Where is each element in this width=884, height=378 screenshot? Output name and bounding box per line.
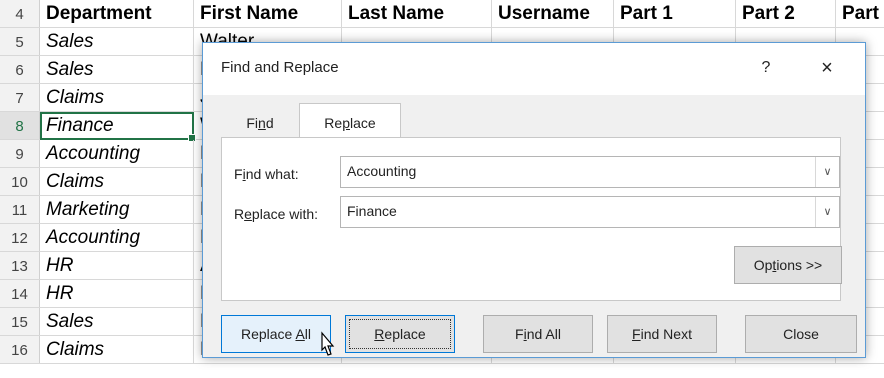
department-cell[interactable]: Sales — [40, 308, 194, 335]
header-cell-part-1[interactable]: Part 1 — [614, 0, 736, 27]
row-number[interactable]: 16 — [0, 336, 40, 363]
header-row: 4 Department First Name Last Name Userna… — [0, 0, 884, 28]
header-cell-department[interactable]: Department — [40, 0, 194, 27]
department-cell[interactable]: Accounting — [40, 224, 194, 251]
row-number[interactable]: 5 — [0, 28, 40, 55]
help-button[interactable]: ? — [751, 53, 781, 83]
department-cell[interactable]: Sales — [40, 28, 194, 55]
tab-find[interactable]: Find — [223, 105, 297, 137]
close-button[interactable]: Close — [745, 315, 857, 353]
tab-replace[interactable]: Replace — [299, 103, 401, 139]
header-cell-first-name[interactable]: First Name — [194, 0, 342, 27]
replace-with-combobox[interactable]: Finance ∨ — [340, 196, 840, 228]
selected-cell-outline — [40, 112, 196, 142]
find-replace-dialog: Find and Replace ? × Find Replace Find w… — [202, 42, 866, 358]
department-cell[interactable]: HR — [40, 252, 194, 279]
replace-with-label: Replace with: — [234, 206, 319, 222]
header-cell-part-2[interactable]: Part 2 — [736, 0, 836, 27]
row-number[interactable]: 10 — [0, 168, 40, 195]
find-what-input[interactable]: Accounting — [347, 163, 416, 179]
row-number[interactable]: 4 — [0, 0, 40, 27]
chevron-down-icon[interactable]: ∨ — [815, 197, 839, 227]
find-what-label: Find what: — [234, 166, 299, 182]
row-number[interactable]: 7 — [0, 84, 40, 111]
replace-panel: Find what: Accounting ∨ Replace with: Fi… — [221, 137, 842, 301]
row-number[interactable]: 13 — [0, 252, 40, 279]
department-cell[interactable]: Accounting — [40, 140, 194, 167]
header-cell-last-name[interactable]: Last Name — [342, 0, 492, 27]
replace-button[interactable]: Replace — [345, 315, 455, 353]
header-cell-part[interactable]: Part — [836, 0, 884, 27]
department-cell[interactable]: Sales — [40, 56, 194, 83]
options-button[interactable]: Options >> — [734, 246, 842, 284]
dialog-titlebar[interactable]: Find and Replace ? × — [203, 43, 865, 95]
row-number[interactable]: 15 — [0, 308, 40, 335]
department-cell[interactable]: HR — [40, 280, 194, 307]
department-cell[interactable]: Claims — [40, 84, 194, 111]
department-cell[interactable]: Marketing — [40, 196, 194, 223]
header-cell-username[interactable]: Username — [492, 0, 614, 27]
row-number[interactable]: 11 — [0, 196, 40, 223]
dialog-title: Find and Replace — [221, 59, 339, 76]
row-number[interactable]: 14 — [0, 280, 40, 307]
row-number[interactable]: 6 — [0, 56, 40, 83]
close-icon[interactable]: × — [811, 53, 843, 83]
find-all-button[interactable]: Find All — [483, 315, 593, 353]
mouse-pointer-icon — [321, 331, 335, 356]
find-what-combobox[interactable]: Accounting ∨ — [340, 156, 840, 188]
department-cell[interactable]: Claims — [40, 336, 194, 363]
row-number[interactable]: 12 — [0, 224, 40, 251]
replace-all-button[interactable]: Replace All — [221, 315, 331, 353]
find-next-button[interactable]: Find Next — [607, 315, 717, 353]
row-number[interactable]: 9 — [0, 140, 40, 167]
row-number[interactable]: 8 — [0, 112, 40, 139]
department-cell[interactable]: Claims — [40, 168, 194, 195]
replace-with-input[interactable]: Finance — [347, 203, 397, 219]
chevron-down-icon[interactable]: ∨ — [815, 157, 839, 187]
